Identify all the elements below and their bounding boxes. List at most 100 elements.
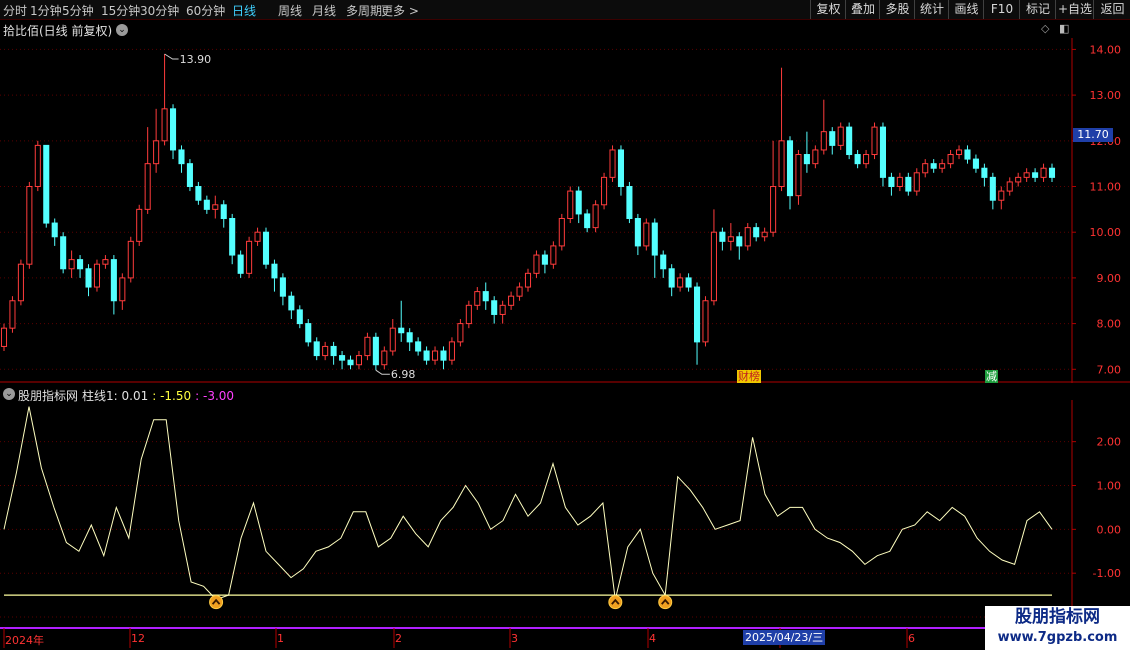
candle <box>43 144 50 228</box>
candle <box>989 172 996 210</box>
period-tab-5[interactable]: 60分钟 <box>186 2 225 19</box>
candle <box>110 255 117 315</box>
candle <box>761 227 768 242</box>
candle <box>457 319 464 347</box>
low-pointer <box>375 369 390 375</box>
candle <box>229 213 236 265</box>
candle <box>1015 172 1022 187</box>
candle <box>161 53 168 146</box>
candle <box>719 227 726 251</box>
panel-toggle-icon[interactable]: ◧ <box>1059 22 1069 35</box>
candle <box>643 218 650 251</box>
period-tab-2[interactable]: 5分钟 <box>62 2 94 19</box>
toolbar-button-2[interactable]: 多股 <box>879 0 915 19</box>
date-label-4: 3 <box>511 632 518 645</box>
date-label-1: 12 <box>131 632 145 645</box>
candle <box>685 273 692 292</box>
price-axis-label: 7.00 <box>1097 363 1122 376</box>
candle <box>68 250 75 278</box>
watermark: 股朋指标网 www.7gpzb.com <box>985 606 1130 650</box>
candle <box>288 291 295 320</box>
candle <box>364 332 371 361</box>
period-tab-7[interactable]: 周线 <box>278 2 302 19</box>
candle <box>888 172 895 196</box>
candle <box>34 140 41 192</box>
candle <box>254 227 261 246</box>
toolbar-button-0[interactable]: 复权 <box>810 0 846 19</box>
candle <box>871 122 878 160</box>
candle <box>431 346 439 365</box>
candle <box>693 282 701 365</box>
date-label-3: 2 <box>395 632 402 645</box>
period-tab-4[interactable]: 30分钟 <box>140 2 179 19</box>
period-tab-9[interactable]: 多周期 <box>346 2 382 19</box>
candle <box>829 127 836 155</box>
period-tab-10[interactable]: 更多 > <box>381 2 419 19</box>
candle <box>77 255 84 278</box>
event-marker-0[interactable]: 财榜 <box>737 370 761 383</box>
candle <box>846 122 853 160</box>
candlestick-chart[interactable]: 14.0013.0012.0011.0010.009.008.007.0013.… <box>0 38 1130 383</box>
candle <box>533 250 540 278</box>
candle <box>415 337 422 356</box>
event-marker-1[interactable]: 减 <box>985 370 998 383</box>
toolbar-button-5[interactable]: F10 <box>983 0 1020 19</box>
indicator-axis-label: 2.00 <box>1097 436 1122 449</box>
candle <box>0 323 8 352</box>
candle <box>778 67 785 192</box>
candle <box>178 145 185 173</box>
date-label-5: 4 <box>649 632 656 645</box>
indicator-chart[interactable]: 2.001.000.00-1.00-2.00 <box>0 400 1130 628</box>
candle <box>702 296 709 347</box>
high-label: 13.90 <box>180 53 212 66</box>
toolbar-button-4[interactable]: 画线 <box>948 0 984 19</box>
candle <box>406 328 413 352</box>
candle <box>837 122 844 150</box>
toolbar-button-8[interactable]: 返回 <box>1093 0 1130 19</box>
candle <box>626 181 633 224</box>
period-tab-3[interactable]: 15分钟 <box>101 2 140 19</box>
toolbar-button-6[interactable]: 标记 <box>1019 0 1056 19</box>
toolbar-button-3[interactable]: 统计 <box>914 0 949 19</box>
period-tab-1[interactable]: 1分钟 <box>30 2 62 19</box>
price-axis-label: 11.00 <box>1090 181 1122 194</box>
candle <box>744 223 751 251</box>
candle <box>939 159 946 173</box>
candle <box>355 351 363 370</box>
candle <box>220 200 227 228</box>
candle <box>482 282 489 310</box>
toolbar-button-7[interactable]: +自选 <box>1055 0 1094 19</box>
candle <box>770 140 777 237</box>
candle <box>144 127 151 214</box>
candle <box>271 259 278 292</box>
candle <box>60 232 67 274</box>
candle <box>753 223 760 242</box>
candle <box>584 209 591 233</box>
candle <box>85 264 92 297</box>
diamond-icon[interactable]: ◇ <box>1041 22 1049 35</box>
period-toolbar: 分时 1分钟 5分钟 15分钟 30分钟 60分钟 日线 周线 月线 多周期 更多 > 复权 叠加 多股统… <box>0 0 1130 20</box>
candle <box>1023 168 1030 182</box>
candle <box>153 108 160 173</box>
candle <box>854 149 861 169</box>
candle <box>998 186 1005 210</box>
candle <box>136 204 143 246</box>
candle <box>727 223 734 251</box>
date-label-2: 1 <box>277 632 284 645</box>
period-tab-6[interactable]: 日线 <box>232 2 256 19</box>
candle <box>710 209 717 306</box>
candle <box>440 346 447 370</box>
candle <box>786 136 794 210</box>
chevron-down-icon[interactable]: ⌄ <box>116 24 128 36</box>
candle <box>186 159 193 192</box>
period-tab-0[interactable]: 分时 <box>3 2 27 19</box>
period-tab-8[interactable]: 月线 <box>312 2 336 19</box>
candle <box>474 287 481 310</box>
candle <box>524 268 532 292</box>
chevron-down-icon[interactable]: ⌄ <box>3 388 15 400</box>
toolbar-button-1[interactable]: 叠加 <box>845 0 880 19</box>
date-label-0: 2024年 <box>5 634 44 647</box>
candle <box>1040 163 1047 182</box>
candle <box>567 186 574 224</box>
candle <box>905 172 912 196</box>
